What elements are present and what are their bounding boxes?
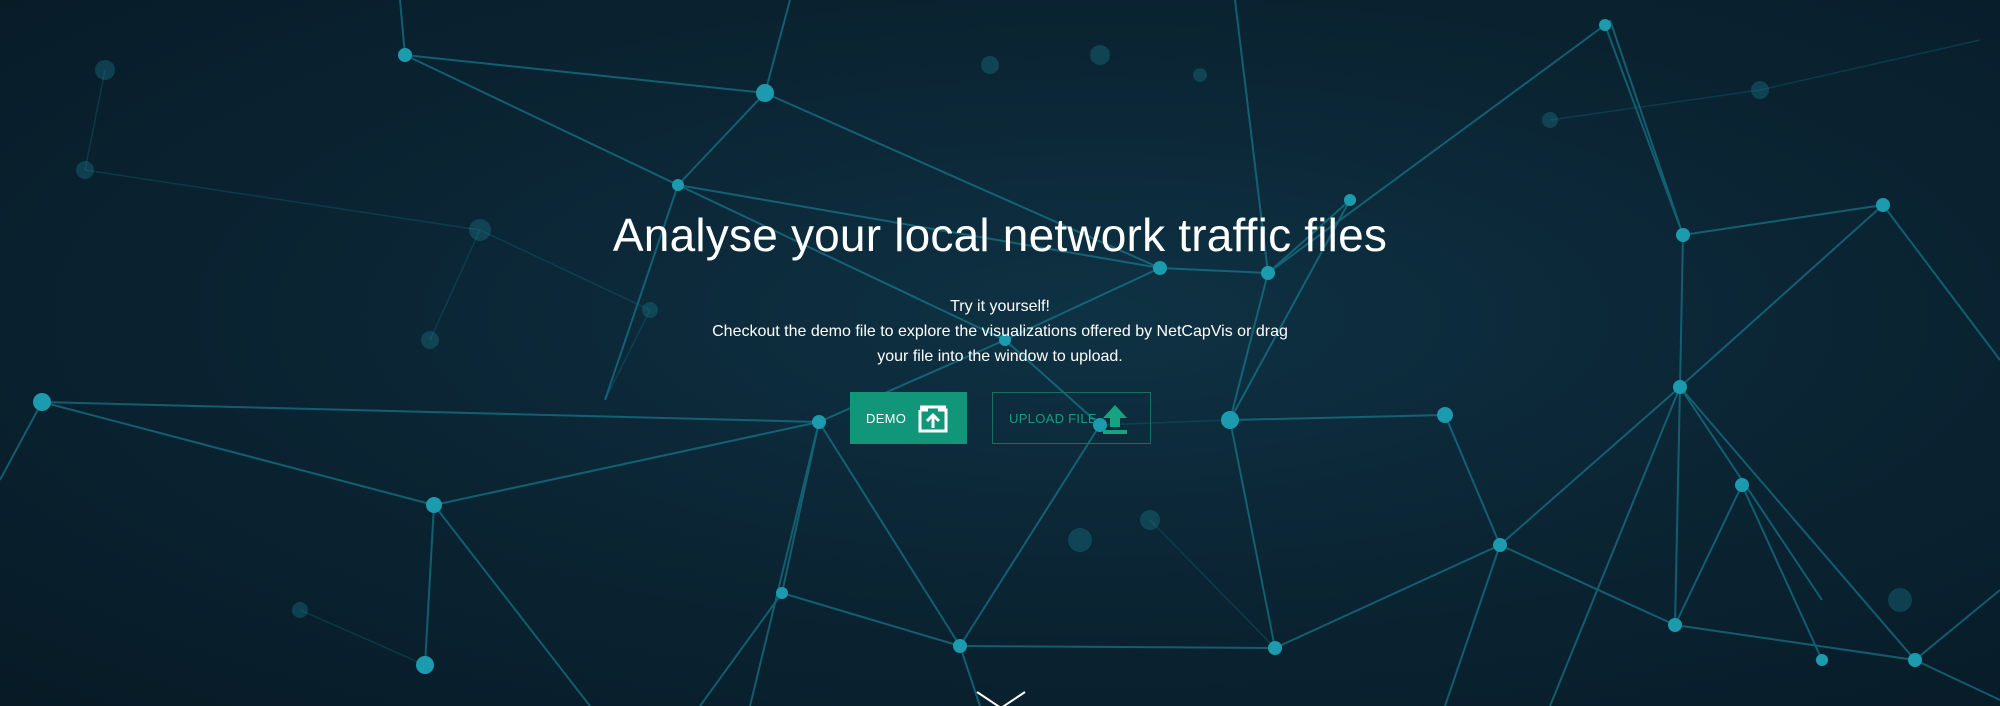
upload-file-button[interactable]: UPLOAD FILE	[992, 392, 1151, 444]
page-title: Analyse your local network traffic files	[612, 209, 1388, 261]
open-external-icon	[917, 404, 949, 437]
hero-content: Analyse your local network traffic files…	[0, 0, 2000, 706]
demo-button-label: DEMO	[866, 410, 907, 426]
upload-button-label: UPLOAD FILE	[1009, 410, 1097, 426]
description-line-1: Try it yourself!	[950, 298, 1050, 315]
hero-section: Analyse your local network traffic files…	[0, 0, 2000, 706]
description-line-3: your file into the window to upload.	[877, 348, 1123, 365]
demo-button[interactable]: DEMO	[850, 392, 967, 444]
chevron-down-icon[interactable]	[975, 690, 1027, 706]
hero-description: Try it yourself! Checkout the demo file …	[700, 294, 1300, 369]
description-line-2: Checkout the demo file to explore the vi…	[712, 323, 1288, 340]
upload-arrow-icon	[1100, 403, 1130, 438]
